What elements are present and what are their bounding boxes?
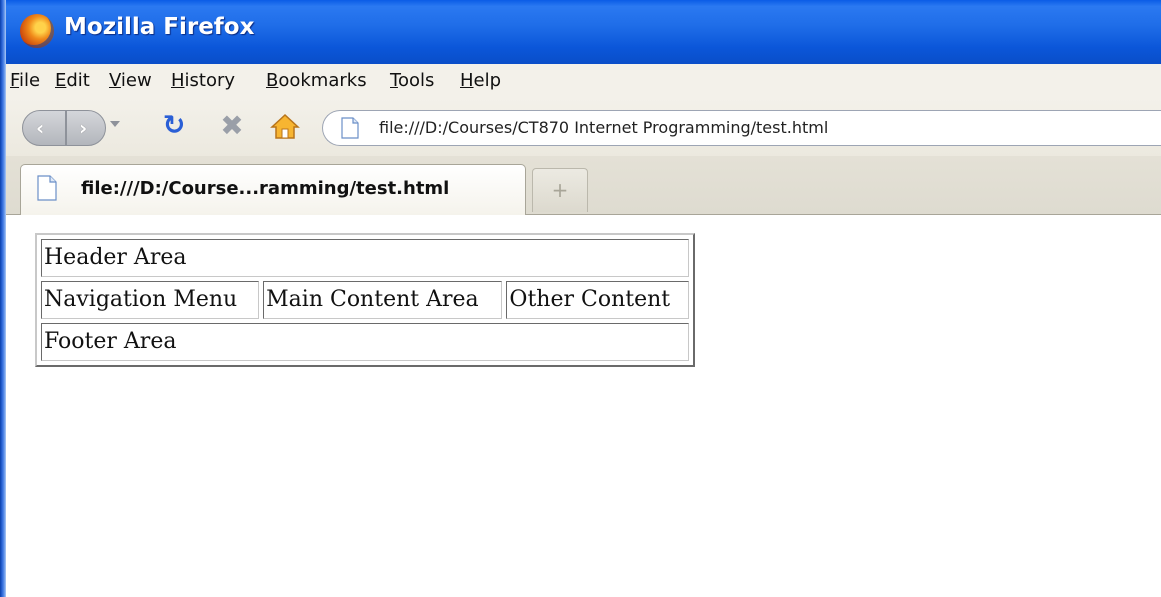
navigation-menu-cell: Navigation Menu <box>41 281 260 319</box>
menu-file[interactable]: File <box>10 70 40 91</box>
history-dropdown-icon[interactable] <box>110 121 120 127</box>
firefox-logo-icon <box>20 14 54 48</box>
back-button[interactable]: ‹ <box>22 110 66 146</box>
other-content-cell: Other Content <box>506 281 689 319</box>
table-row: Navigation Menu Main Content Area Other … <box>41 281 689 319</box>
tab-strip: file:///D:/Course...ramming/test.html + <box>6 156 1161 215</box>
menu-tools[interactable]: Tools <box>390 70 434 91</box>
chevron-left-icon: ‹ <box>36 116 45 140</box>
tab-label: file:///D:/Course...ramming/test.html <box>81 178 450 199</box>
footer-cell: Footer Area <box>41 323 689 361</box>
url-text[interactable]: file:///D:/Courses/CT870 Internet Progra… <box>379 118 828 137</box>
plus-icon: + <box>551 178 569 202</box>
table-row: Footer Area <box>41 323 689 361</box>
tab-active[interactable]: file:///D:/Course...ramming/test.html <box>20 164 526 215</box>
menu-bookmarks[interactable]: Bookmarks <box>266 70 367 91</box>
table-row: Header Area <box>41 239 689 277</box>
title-bar[interactable]: Mozilla Firefox <box>0 0 1161 64</box>
header-cell: Header Area <box>41 239 689 277</box>
page-icon <box>341 117 359 139</box>
stop-icon: ✖ <box>220 109 244 142</box>
home-icon <box>270 113 300 139</box>
menu-view[interactable]: View <box>109 70 152 91</box>
menu-edit[interactable]: Edit <box>55 70 90 91</box>
reload-button[interactable]: ↻ <box>160 112 188 140</box>
page-content: Header Area Navigation Menu Main Content… <box>6 215 1161 597</box>
layout-table: Header Area Navigation Menu Main Content… <box>35 233 695 367</box>
menu-help[interactable]: Help <box>460 70 501 91</box>
menu-bar: File Edit View History Bookmarks Tools H… <box>6 64 1161 99</box>
address-bar[interactable]: file:///D:/Courses/CT870 Internet Progra… <box>322 110 1161 146</box>
forward-button[interactable]: › <box>66 110 106 146</box>
stop-button[interactable]: ✖ <box>218 112 246 140</box>
chevron-right-icon: › <box>79 116 88 140</box>
browser-window: Mozilla Firefox File Edit View History B… <box>0 0 1161 597</box>
navigation-toolbar: ‹ › ↻ ✖ file:///D:/Courses/CT870 Interne… <box>6 98 1161 157</box>
reload-icon: ↻ <box>162 110 186 141</box>
main-content-cell: Main Content Area <box>263 281 503 319</box>
home-button[interactable] <box>270 112 300 140</box>
menu-history[interactable]: History <box>171 70 235 91</box>
new-tab-button[interactable]: + <box>532 168 588 212</box>
window-title: Mozilla Firefox <box>64 14 255 40</box>
page-icon <box>37 175 57 201</box>
